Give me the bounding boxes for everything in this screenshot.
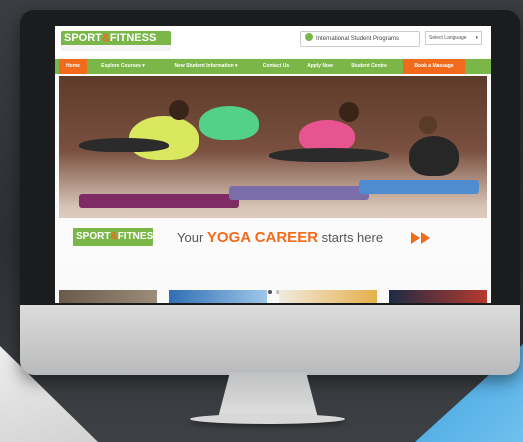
international-programs-button[interactable]: International Student Programs — [300, 31, 420, 47]
slider-pagination — [260, 281, 290, 294]
yoga-mat — [229, 186, 369, 200]
banner-logo: SPORT&FITNESS — [73, 228, 153, 246]
nav-item-apply-now[interactable]: Apply Now — [301, 59, 339, 74]
yoga-student — [339, 102, 359, 122]
chevron-down-icon: ▾ — [475, 35, 478, 41]
thumbnail-card[interactable] — [169, 290, 267, 303]
monitor-stand — [218, 372, 318, 418]
thumbnail-card[interactable] — [279, 290, 377, 303]
site-logo[interactable]: SPORT&FITNESS — [61, 31, 171, 53]
yoga-student — [409, 136, 459, 176]
double-arrow-right-icon — [411, 231, 431, 249]
nav-item-contact-us[interactable]: Contact Us — [257, 59, 295, 74]
globe-icon — [305, 33, 313, 41]
hero-banner: SPORT&FITNESS Your YOGA CAREER starts he… — [59, 218, 487, 262]
language-select[interactable]: Select Language ▾ — [425, 31, 482, 45]
nav-item-book-a-massage[interactable]: Book a Massage — [403, 59, 465, 74]
yoga-mat — [359, 180, 479, 194]
yoga-student — [419, 116, 437, 134]
logo-strap — [61, 45, 171, 51]
hero-slider[interactable]: SPORT&FITNESS Your YOGA CAREER starts he… — [59, 76, 487, 262]
thumbnail-card[interactable] — [389, 290, 487, 303]
yoga-student — [79, 138, 169, 152]
yoga-student — [169, 100, 189, 120]
logo-wordmark: SPORT&FITNESS — [61, 31, 171, 45]
international-programs-note — [305, 47, 415, 52]
main-navigation: Home Explore Courses ▾ New Student Infor… — [55, 59, 491, 74]
slider-dot[interactable] — [268, 290, 272, 294]
monitor-screen: SPORT&FITNESS International Student Prog… — [55, 26, 491, 303]
yoga-mat — [79, 194, 239, 208]
nav-item-home[interactable]: Home — [59, 59, 87, 74]
yoga-student — [199, 106, 259, 140]
nav-item-student-centre[interactable]: Student Centre — [345, 59, 393, 74]
thumbnail-card[interactable] — [59, 290, 157, 303]
site-header: SPORT&FITNESS International Student Prog… — [55, 26, 491, 58]
nav-item-new-student-information[interactable]: New Student Information ▾ — [159, 59, 253, 74]
nav-item-explore-courses[interactable]: Explore Courses ▾ — [91, 59, 155, 74]
monitor-stand-base — [190, 414, 345, 424]
hero-tagline: Your YOGA CAREER starts here — [177, 229, 384, 246]
monitor-chin — [20, 305, 520, 375]
yoga-student — [269, 148, 389, 162]
